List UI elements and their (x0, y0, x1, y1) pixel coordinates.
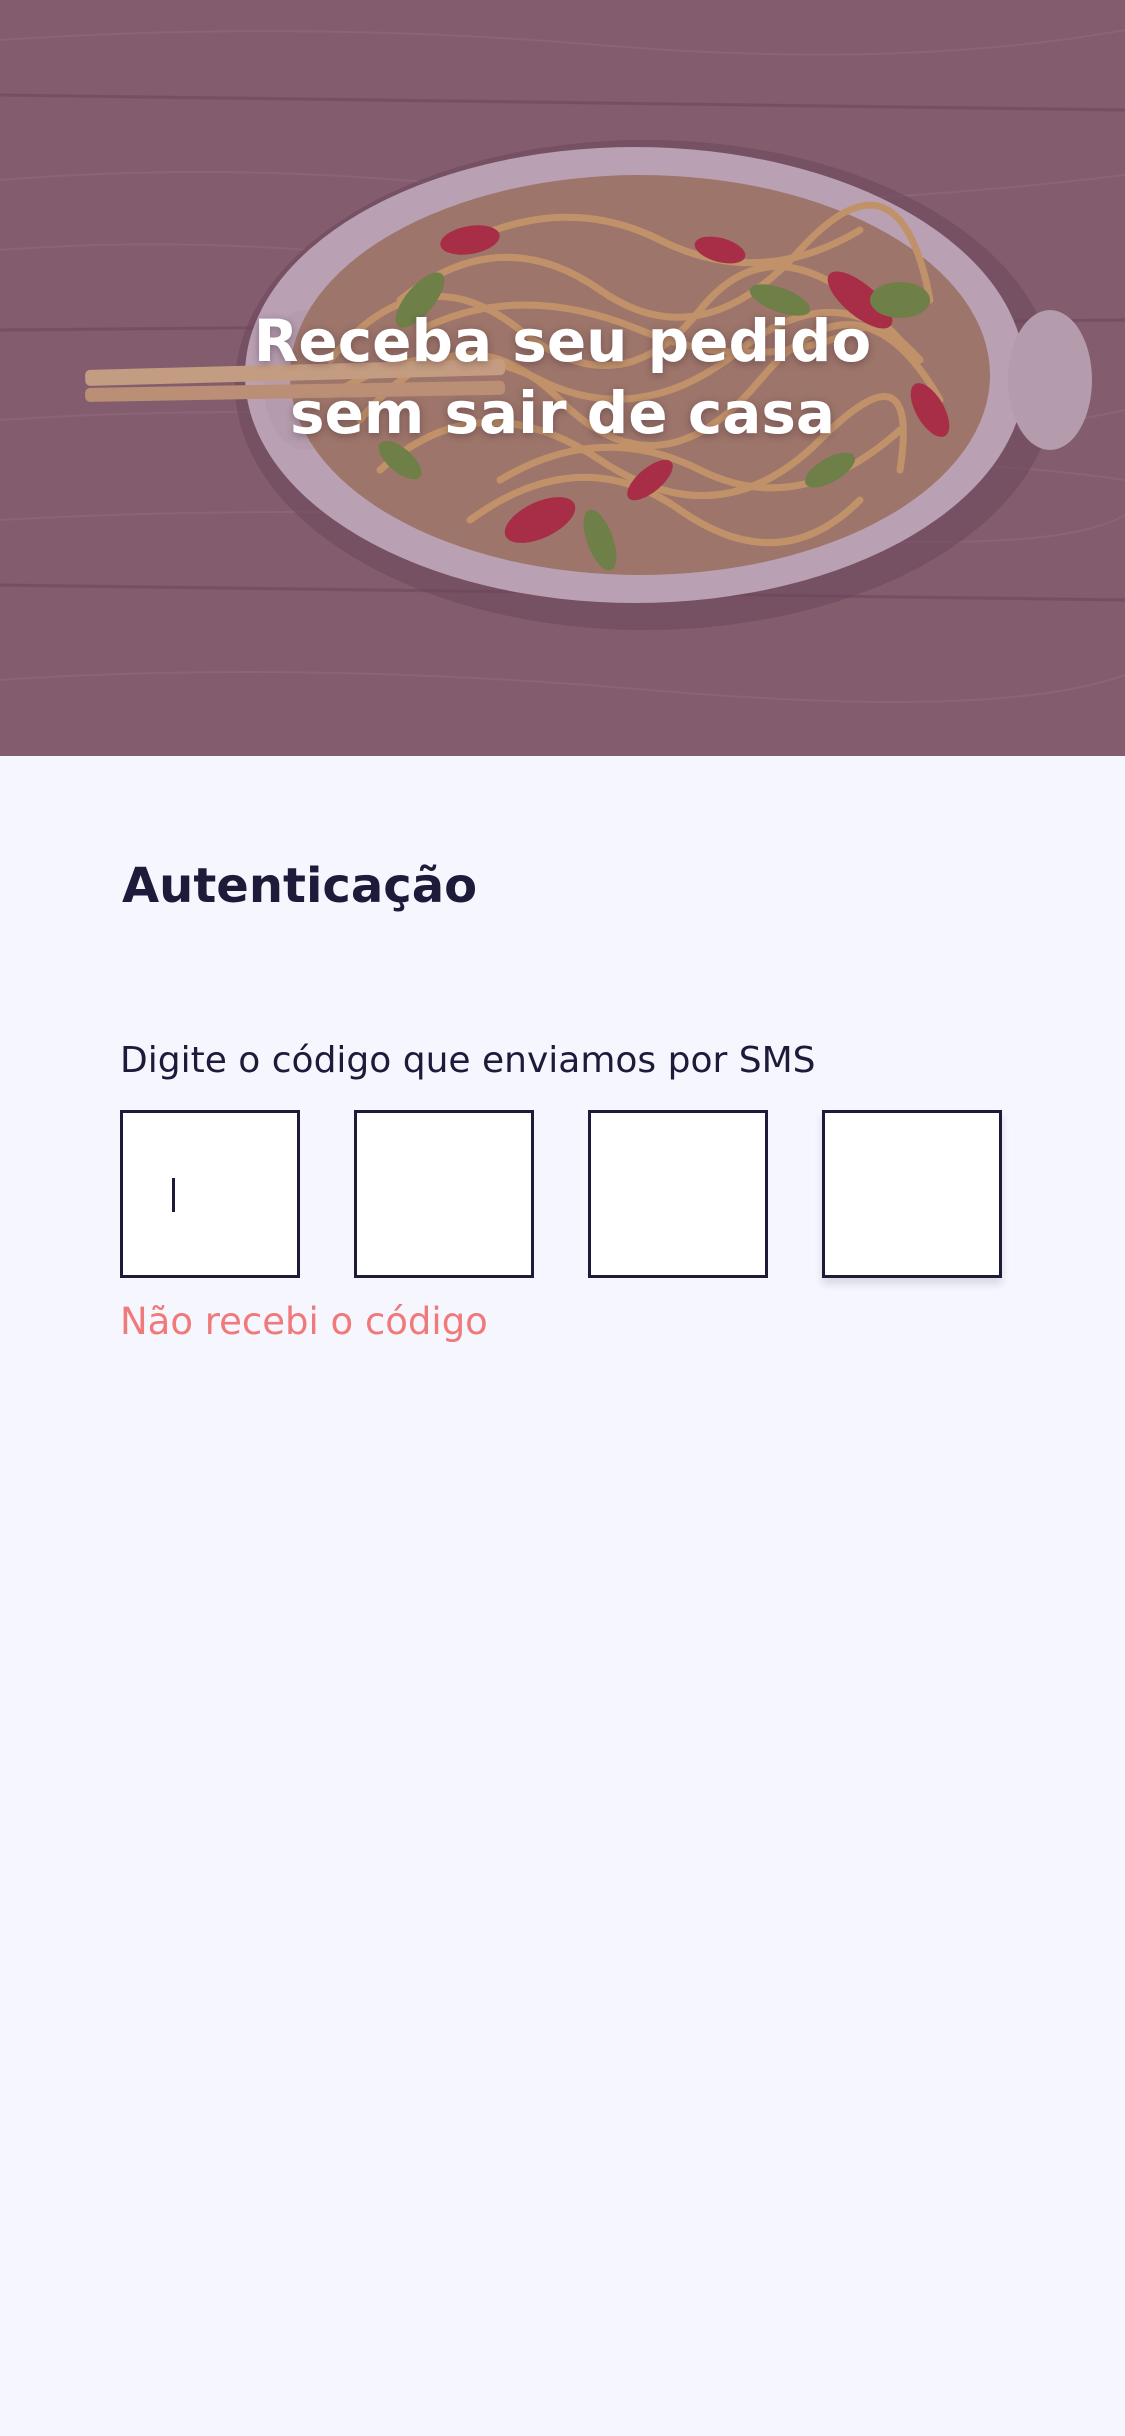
hero-title: Receba seu pedido sem sair de casa (253, 307, 872, 447)
code-digit-1[interactable] (120, 1110, 300, 1278)
code-digit-2[interactable] (354, 1110, 534, 1278)
hero-banner: Receba seu pedido sem sair de casa (0, 0, 1125, 756)
code-digit-3[interactable] (588, 1110, 768, 1278)
resend-code-link[interactable]: Não recebi o código (120, 1300, 488, 1343)
page-title: Autenticação (122, 858, 478, 914)
code-digit-4[interactable] (822, 1110, 1002, 1278)
sms-code-inputs (120, 1110, 1002, 1278)
text-cursor (172, 1178, 175, 1212)
sms-instruction: Digite o código que enviamos por SMS (120, 1040, 816, 1081)
